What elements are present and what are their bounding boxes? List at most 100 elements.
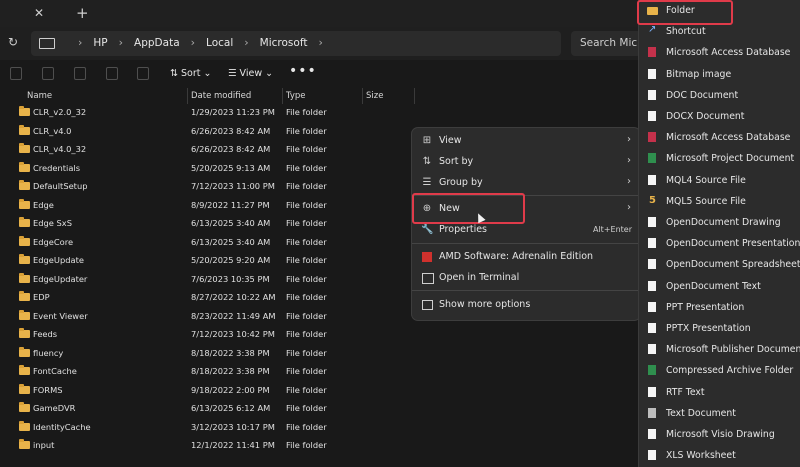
- copy-icon[interactable]: [42, 67, 54, 80]
- column-name[interactable]: Name: [27, 91, 52, 101]
- delete-icon[interactable]: [137, 67, 149, 80]
- submenu-item[interactable]: DOC Document: [639, 86, 800, 107]
- submenu-item[interactable]: RTF Text: [639, 383, 800, 404]
- file-type: File folder: [286, 292, 327, 302]
- submenu-item[interactable]: OpenDocument Text: [639, 277, 800, 298]
- submenu-item[interactable]: Microsoft Access Database: [639, 43, 800, 64]
- path-box[interactable]: › HP › AppData › Local › Microsoft ›: [31, 31, 561, 56]
- submenu-item[interactable]: MQL4 Source File: [639, 171, 800, 192]
- chevron-right-icon[interactable]: ›: [244, 36, 248, 49]
- chevron-right-icon: ›: [627, 176, 631, 187]
- table-row[interactable]: FORMS 9/18/2022 2:00 PM File folder: [0, 382, 640, 401]
- submenu-item-label: Microsoft Visio Drawing: [666, 429, 775, 440]
- folder-icon: [19, 365, 30, 375]
- submenu-item[interactable]: PPTX Presentation: [639, 319, 800, 340]
- file-name: EDP: [33, 292, 50, 302]
- close-tab-icon[interactable]: ✕: [34, 6, 44, 20]
- menu-item-group-by[interactable]: ☰ Group by ›: [412, 173, 640, 194]
- submenu-item[interactable]: OpenDocument Presentation: [639, 234, 800, 255]
- folder-icon: [19, 143, 30, 153]
- chevron-right-icon[interactable]: ›: [78, 36, 82, 49]
- submenu-item[interactable]: ↗ Shortcut: [639, 22, 800, 43]
- column-type[interactable]: Type: [286, 91, 306, 101]
- submenu-item-label: Microsoft Access Database: [666, 47, 791, 59]
- column-divider[interactable]: [187, 88, 188, 104]
- submenu-item[interactable]: Compressed Archive Folder: [639, 361, 800, 382]
- file-name: CLR_v4.0: [33, 125, 72, 136]
- menu-item-view[interactable]: ⊞ View ›: [412, 131, 640, 152]
- file-type: File folder: [286, 125, 327, 136]
- column-size[interactable]: Size: [366, 91, 383, 101]
- table-row[interactable]: Feeds 7/12/2023 10:42 PM File folder: [0, 326, 640, 345]
- column-date-modified[interactable]: Date modified: [191, 91, 251, 101]
- column-divider[interactable]: [282, 88, 283, 104]
- chevron-right-icon[interactable]: ›: [191, 36, 195, 49]
- chevron-right-icon[interactable]: ›: [318, 36, 322, 49]
- file-date: 6/26/2023 8:42 AM: [191, 144, 271, 154]
- submenu-item[interactable]: DOCX Document: [639, 107, 800, 128]
- table-row[interactable]: CLR_v2.0_32 1/29/2023 11:23 PM File folder: [0, 104, 640, 123]
- view-button[interactable]: ☰ View ⌄: [228, 68, 273, 79]
- breadcrumb-appdata[interactable]: AppData: [134, 37, 180, 49]
- file-type: File folder: [286, 440, 327, 450]
- breadcrumb-microsoft[interactable]: Microsoft: [260, 37, 308, 49]
- table-row[interactable]: FontCache 8/18/2022 3:38 PM File folder: [0, 363, 640, 382]
- folder-icon: [19, 383, 30, 394]
- file-date: 5/20/2025 9:13 AM: [191, 162, 271, 173]
- more-options-icon[interactable]: •••: [289, 63, 317, 79]
- menu-item-amd[interactable]: AMD Software: Adrenalin Edition: [412, 247, 640, 268]
- file-name: Edge: [33, 199, 54, 210]
- submenu-item[interactable]: Microsoft Project Document: [639, 149, 800, 170]
- folder-icon: [19, 180, 30, 190]
- column-divider[interactable]: [414, 88, 415, 104]
- submenu-item[interactable]: Text Document: [639, 404, 800, 425]
- sort-button[interactable]: ⇅ Sort ⌄: [170, 68, 211, 79]
- folder-icon: [19, 161, 30, 172]
- submenu-item[interactable]: 5 MQL5 Source File: [639, 192, 800, 213]
- submenu-item[interactable]: Microsoft Publisher Document: [639, 340, 800, 361]
- folder-icon: [19, 272, 30, 283]
- file-name: FORMS: [33, 384, 63, 395]
- table-row[interactable]: input 12/1/2022 11:41 PM File folder: [0, 437, 640, 456]
- project-icon: [648, 153, 656, 164]
- chevron-right-icon: ›: [627, 134, 631, 145]
- submenu-item-label: OpenDocument Drawing: [666, 217, 781, 228]
- submenu-item[interactable]: OpenDocument Drawing: [639, 213, 800, 234]
- view-icon: ⊞: [422, 135, 432, 146]
- column-divider[interactable]: [362, 88, 363, 104]
- submenu-item[interactable]: Microsoft Access Database: [639, 128, 800, 149]
- rename-icon[interactable]: [74, 67, 86, 80]
- document-icon: [648, 323, 656, 333]
- document-icon: [648, 217, 656, 227]
- table-row[interactable]: IdentityCache 3/12/2023 10:17 PM File fold…: [0, 419, 640, 438]
- menu-item-sort-by[interactable]: ⇅ Sort by ›: [412, 152, 640, 173]
- computer-icon: [39, 38, 55, 49]
- menu-item-show-more[interactable]: Show more options: [412, 295, 640, 316]
- submenu-item[interactable]: OpenDocument Spreadsheet: [639, 255, 800, 276]
- refresh-icon[interactable]: ↻: [8, 35, 18, 49]
- submenu-item[interactable]: XLS Worksheet: [639, 446, 800, 467]
- new-tab-icon[interactable]: +: [76, 4, 89, 22]
- chevron-right-icon[interactable]: ›: [119, 36, 123, 49]
- file-type: File folder: [286, 218, 327, 228]
- menu-item-label: Open in Terminal: [439, 272, 520, 283]
- breadcrumb-hp[interactable]: HP: [93, 37, 107, 49]
- breadcrumb-local[interactable]: Local: [206, 37, 233, 49]
- table-row[interactable]: GameDVR 6/13/2025 6:12 AM File folder: [0, 400, 640, 419]
- file-date: 8/9/2022 11:27 PM: [191, 199, 270, 210]
- submenu-item-label: Text Document: [666, 407, 736, 419]
- menu-item-terminal[interactable]: Open in Terminal: [412, 268, 640, 289]
- file-name: IdentityCache: [33, 421, 91, 432]
- cut-icon[interactable]: [10, 67, 22, 80]
- submenu-item[interactable]: Bitmap image: [639, 65, 800, 86]
- submenu-item[interactable]: Microsoft Visio Drawing: [639, 425, 800, 446]
- submenu-item[interactable]: PPT Presentation: [639, 298, 800, 319]
- submenu-item-label: Compressed Archive Folder: [666, 365, 794, 377]
- amd-icon: [422, 252, 432, 262]
- file-name: DefaultSetup: [33, 181, 88, 191]
- search-input[interactable]: Search Micros: [571, 31, 641, 56]
- file-date: 6/26/2023 8:42 AM: [191, 125, 271, 136]
- folder-icon: [19, 124, 30, 135]
- table-row[interactable]: fluency 8/18/2022 3:38 PM File folder: [0, 345, 640, 364]
- share-icon[interactable]: [106, 67, 118, 80]
